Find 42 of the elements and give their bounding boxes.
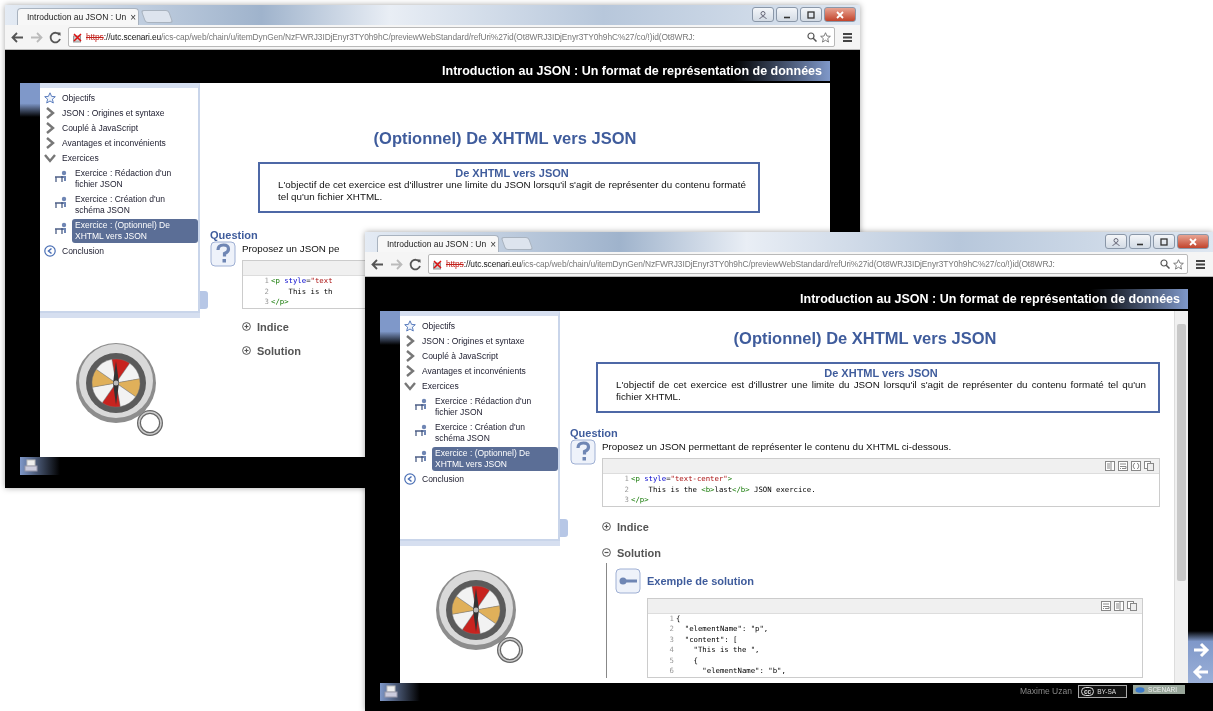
author-name: Maxime Uzan [1019, 686, 1072, 696]
course-title: Introduction au JSON : Un format de représentation de données [800, 292, 1180, 306]
page-heading: (Optionnel) De XHTML vers JSON [732, 329, 998, 348]
menu-item[interactable]: Exercice : Rédaction d'un fichier JSON [432, 395, 558, 419]
box-heading: De XHTML vers JSON [823, 367, 939, 379]
menu-item[interactable]: Exercice : Création d'un schéma JSON [72, 193, 198, 217]
page-heading: (Optionnel) De XHTML vers JSON [372, 129, 638, 148]
menu-item[interactable]: Exercice : Rédaction d'un fichier JSON [72, 167, 198, 191]
menu-item[interactable]: Objectifs [419, 320, 459, 333]
menu-item[interactable]: Exercice : (Optionnel) De XHTML vers JSON [432, 447, 558, 471]
question-text: Proposez un JSON permettant de représenter le contenu du XHTML ci-dessous. [602, 441, 952, 452]
section-toggle[interactable]: Solution [242, 344, 301, 357]
menu-item[interactable]: Exercice : Création d'un schéma JSON [432, 421, 558, 445]
question-label: Question [570, 427, 619, 439]
address-bar[interactable]: https://utc.scenari.eu/ics-cap/web/chain/u/itemDynGen/NzFWRJ3IDjEnyr3TY0h9hC/previewWebStandard/refUri%27id(Ot8WRJ3IDjEnyr3TY0h9hC%27/co/!)id(Ot8WRJ: [428, 254, 1188, 274]
intro-text: L'objectif de cet exercice est d'illustrer une limite du JSON lorsqu'il s'agit de représenter du contenu formaté tel qu'un fichier XHTML. [278, 179, 746, 203]
menu-item[interactable]: Couplé à JavaScript [419, 350, 502, 363]
menu-item[interactable]: Exercices [59, 152, 102, 165]
address-bar[interactable]: https://utc.scenari.eu/ics-cap/web/chain/u/itemDynGen/NzFWRJ3IDjEnyr3TY0h9hC/previewWebStandard/refUri%27id(Ot8WRJ3IDjEnyr3TY0h9hC%27/co/!)id(Ot8WRJ: [68, 27, 835, 47]
menu-item[interactable]: Conclusion [59, 245, 108, 258]
question-text: Proposez un JSON pe [242, 243, 340, 254]
solution-heading: Exemple de solution [647, 574, 754, 587]
section-toggle[interactable]: Indice [602, 520, 649, 533]
menu-item[interactable]: Exercice : (Optionnel) De XHTML vers JSON [72, 219, 198, 243]
menu-item[interactable]: Couplé à JavaScript [59, 122, 142, 135]
tab-close-button[interactable]: × [130, 11, 137, 23]
browser-tab[interactable]: Introduction au JSON : Un × [17, 8, 139, 25]
menu-item[interactable]: JSON : Origines et syntaxe [59, 107, 168, 120]
browser-tab[interactable]: Introduction au JSON : Un × [377, 235, 499, 252]
menu-item[interactable]: Objectifs [59, 92, 99, 105]
intro-text: L'objectif de cet exercice est d'illustrer une limite du JSON lorsqu'il s'agit de représenter du contenu formaté tel qu'un fichier XHTML. [616, 379, 1146, 403]
menu-item[interactable]: Avantages et inconvénients [59, 137, 169, 150]
menu-item[interactable]: Conclusion [419, 473, 468, 486]
course-title: Introduction au JSON : Un format de représentation de données [442, 64, 822, 78]
question-label: Question [210, 229, 259, 241]
section-toggle[interactable]: Solution [602, 546, 661, 559]
menu-item[interactable]: JSON : Origines et syntaxe [419, 335, 528, 348]
menu-item[interactable]: Avantages et inconvénients [419, 365, 529, 378]
box-heading: De XHTML vers JSON [454, 167, 570, 179]
tab-close-button[interactable]: × [490, 238, 497, 250]
menu-item[interactable]: Exercices [419, 380, 462, 393]
section-toggle[interactable]: Indice [242, 320, 289, 333]
